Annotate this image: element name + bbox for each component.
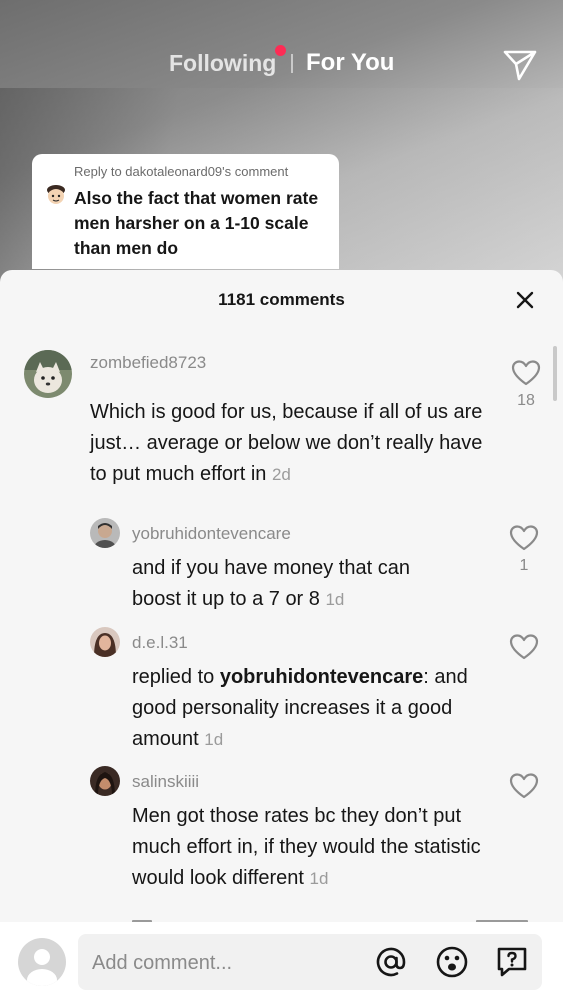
reply-time: 1d	[204, 730, 224, 749]
face-emoji-icon	[47, 185, 65, 204]
reply-time: 1d	[309, 869, 329, 888]
replied-to-username[interactable]: yobruhidontevencare	[220, 666, 423, 688]
reply-username[interactable]: d.e.l.31	[132, 633, 188, 653]
reply-to-label: Reply to dakotaleonard09's comment	[74, 164, 289, 179]
top-navigation: Following For You	[0, 40, 563, 86]
reply-body: and if you have money that can boost it …	[132, 557, 410, 610]
comment-input-bar	[0, 922, 563, 1000]
reply-text: Also the fact that women rate men harshe…	[74, 188, 319, 258]
reply-sticker[interactable]: Reply to dakotaleonard09's comment Also …	[32, 154, 339, 269]
comment-input[interactable]	[90, 948, 374, 978]
heart-icon[interactable]	[509, 632, 539, 662]
reply-item: salinskiiii Men got those rates bc they …	[0, 270, 563, 889]
comment-input-container[interactable]	[78, 934, 542, 990]
replied-prefix: replied to	[132, 666, 215, 688]
question-icon[interactable]	[495, 945, 529, 979]
heart-icon[interactable]	[509, 771, 539, 801]
comments-sheet: 1181 comments zombefied8723 Which is goo…	[0, 270, 563, 1000]
heart-icon[interactable]	[509, 523, 539, 553]
reply-text: and if you have money that can boost it …	[132, 553, 462, 615]
avatar[interactable]	[90, 766, 120, 796]
comment-item: zombefied8723 Which is good for us, beca…	[0, 270, 563, 500]
tab-for-you[interactable]: For You	[306, 49, 394, 77]
reply-time: 1d	[325, 590, 345, 609]
tab-divider	[291, 54, 293, 73]
heart-icon[interactable]	[511, 358, 541, 388]
my-avatar[interactable]	[18, 938, 66, 986]
avatar[interactable]	[90, 518, 120, 548]
reply-text: replied to yobruhidontevencare: and good…	[132, 662, 492, 755]
avatar[interactable]	[90, 627, 120, 657]
avatar[interactable]	[24, 350, 72, 398]
reply-text: Men got those rates bc they don’t put mu…	[132, 801, 492, 894]
like-count: 18	[517, 392, 535, 409]
reply-username[interactable]: yobruhidontevencare	[132, 524, 291, 544]
reply-body: Men got those rates bc they don’t put mu…	[132, 805, 481, 889]
send-icon[interactable]	[502, 47, 538, 83]
like-count: 1	[519, 557, 529, 574]
emoji-icon[interactable]	[435, 945, 469, 979]
comment-username[interactable]: zombefied8723	[90, 353, 206, 373]
replied-colon: :	[423, 666, 429, 688]
notification-dot	[275, 45, 286, 56]
comment-text: Which is good for us, because if all of …	[90, 397, 490, 490]
tab-following[interactable]: Following	[169, 50, 276, 77]
comment-time: 2d	[271, 465, 291, 484]
mention-icon[interactable]	[374, 945, 408, 979]
reply-username[interactable]: salinskiiii	[132, 772, 199, 792]
